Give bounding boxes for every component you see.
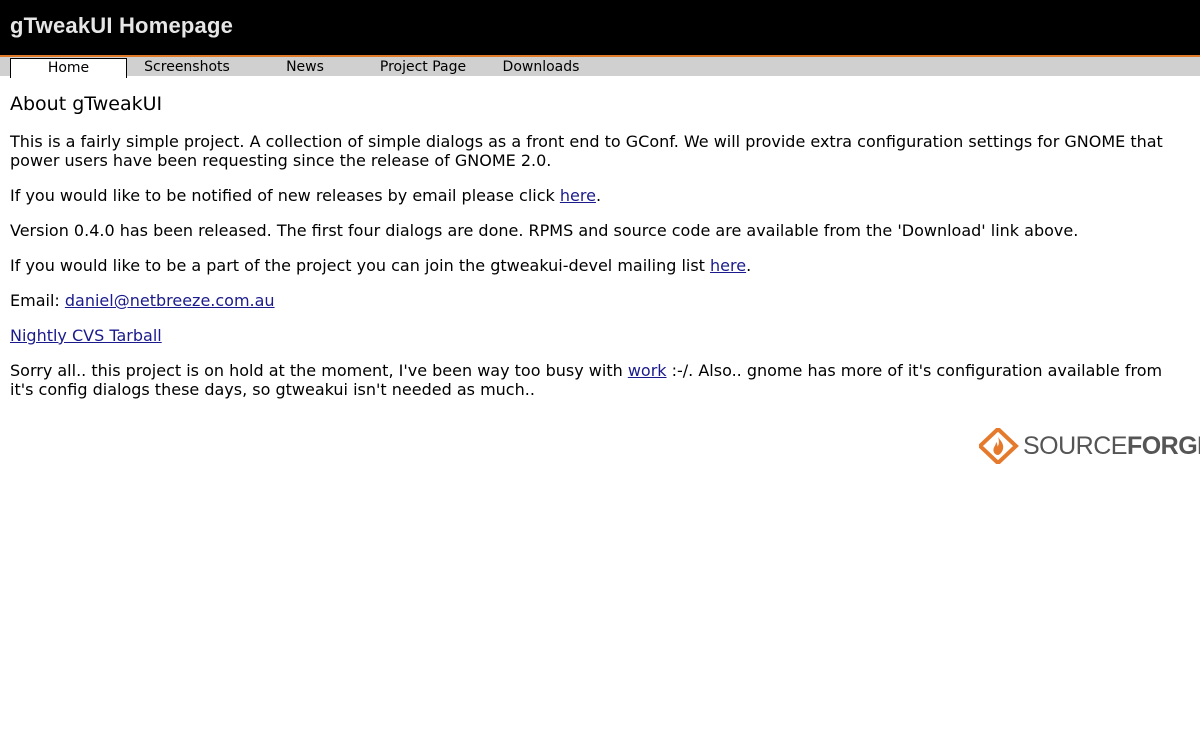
wordmark-source: SOURCE <box>1023 432 1127 460</box>
version-paragraph: Version 0.4.0 has been released. The fir… <box>10 221 1079 240</box>
email-link[interactable]: daniel@netbreeze.com.au <box>65 291 275 310</box>
notify-text-end: . <box>595 186 602 205</box>
tab-home[interactable]: Home <box>10 58 127 78</box>
sourceforge-logo[interactable]: SOURCEFORGE <box>979 428 1200 464</box>
hold-text: Sorry all.. this project is on hold at t… <box>10 361 628 380</box>
section-heading: About gTweakUI <box>10 93 163 115</box>
wordmark-forge: FORGE <box>1126 432 1200 460</box>
tarball-paragraph: Nightly CVS Tarball <box>10 326 1190 345</box>
nightly-tarball-link[interactable]: Nightly CVS Tarball <box>10 326 162 345</box>
hold-paragraph: Sorry all.. this project is on hold at t… <box>10 361 1190 399</box>
join-text: If you would like to be a part of the pr… <box>10 256 711 275</box>
tab-news[interactable]: News <box>250 59 360 76</box>
site-header: gTweakUI Homepage <box>0 0 1200 57</box>
tab-screenshots[interactable]: Screenshots <box>130 59 244 76</box>
work-link[interactable]: work <box>628 361 667 380</box>
notify-here-link[interactable]: here <box>560 186 596 205</box>
mailing-list-here-link[interactable]: here <box>710 256 746 275</box>
page-title: gTweakUI Homepage <box>10 13 234 38</box>
email-label: Email: <box>10 291 65 310</box>
join-text-end: . <box>746 256 752 275</box>
join-paragraph: If you would like to be a part of the pr… <box>10 256 1190 275</box>
tab-downloads[interactable]: Downloads <box>486 59 596 76</box>
tab-project-page[interactable]: Project Page <box>368 59 478 76</box>
nav-tabbar: Home Screenshots News Project Page Downl… <box>0 57 1200 78</box>
email-paragraph: Email: daniel@netbreeze.com.au <box>10 291 1190 310</box>
notify-text: If you would like to be notified of new … <box>10 186 560 205</box>
sourceforge-diamond-icon <box>979 428 1019 464</box>
sourceforge-wordmark: SOURCEFORGE <box>1023 431 1200 461</box>
main-content: About gTweakUI This is a fairly simple p… <box>10 92 1190 415</box>
notify-paragraph: If you would like to be notified of new … <box>10 186 1190 205</box>
intro-paragraph: This is a fairly simple project. A colle… <box>10 132 1163 170</box>
